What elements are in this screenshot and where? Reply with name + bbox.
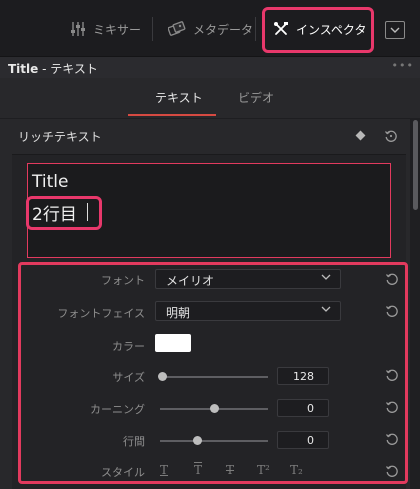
font-face-label: フォントフェイス [57, 307, 145, 320]
reset-icon[interactable] [384, 129, 398, 143]
line-spacing-input[interactable]: 0 [277, 431, 329, 449]
kerning-input[interactable]: 0 [277, 399, 329, 417]
kerning-label: カーニング [90, 403, 145, 416]
section-title: リッチテキスト [18, 130, 102, 144]
strikethrough-style-icon[interactable]: T [226, 463, 234, 477]
font-value: メイリオ [166, 274, 215, 288]
active-tab-indicator [128, 114, 216, 116]
reset-icon[interactable] [385, 400, 399, 414]
panel-title: Title - テキスト [8, 60, 98, 77]
second-line-highlight [26, 196, 102, 230]
color-label: カラー [112, 340, 145, 353]
panel-header: Title - テキスト ••• [0, 56, 420, 78]
toolbar-divider [152, 17, 153, 41]
toolbar-divider [255, 17, 256, 41]
inspector-highlight [262, 7, 374, 53]
line-spacing-slider-knob[interactable] [193, 436, 202, 445]
rich-text-section-header[interactable]: リッチテキスト [0, 118, 410, 152]
more-options-icon[interactable]: ••• [392, 59, 414, 72]
panel-title-type: - テキスト [38, 62, 98, 76]
metadata-icon [168, 21, 186, 36]
line-spacing-label: 行間 [123, 435, 145, 448]
top-toolbar: ミキサー メタデータ インスペクタ [0, 0, 420, 56]
reset-icon[interactable] [385, 272, 399, 286]
tab-text[interactable]: テキスト [155, 89, 203, 106]
font-label: フォント [101, 274, 145, 287]
size-label: サイズ [112, 371, 145, 384]
font-face-value: 明朝 [166, 306, 191, 320]
reset-icon[interactable] [385, 464, 399, 478]
subscript-style-icon[interactable]: T₂ [290, 463, 303, 477]
panel-dropdown-button[interactable] [385, 21, 405, 39]
scrollbar-thumb[interactable] [413, 120, 418, 210]
chevron-down-icon [321, 306, 331, 312]
inspector-tabs: テキスト ビデオ [0, 78, 420, 118]
size-slider-knob[interactable] [158, 372, 167, 381]
reset-icon[interactable] [385, 304, 399, 318]
text-color-swatch[interactable] [155, 334, 191, 352]
chevron-down-icon [321, 274, 331, 280]
style-label: スタイル [101, 466, 145, 479]
reset-icon[interactable] [385, 432, 399, 446]
line-spacing-slider-track[interactable] [160, 440, 268, 442]
kerning-slider-knob[interactable] [210, 404, 219, 413]
panel-title-clip: Title [8, 62, 39, 76]
font-dropdown[interactable]: メイリオ [155, 269, 341, 289]
size-input[interactable]: 128 [277, 367, 329, 385]
mixer-label: ミキサー [93, 22, 142, 37]
metadata-tab[interactable]: メタデータ [168, 19, 253, 39]
reset-icon[interactable] [385, 368, 399, 382]
tab-video[interactable]: ビデオ [238, 89, 274, 106]
underline-style-icon[interactable]: T [160, 463, 168, 477]
chevron-down-icon [390, 27, 400, 33]
metadata-label: メタデータ [193, 22, 254, 37]
superscript-style-icon[interactable]: T² [257, 463, 270, 477]
mixer-tab[interactable]: ミキサー [70, 19, 141, 39]
size-slider-track[interactable] [160, 376, 268, 378]
font-face-dropdown[interactable]: 明朝 [155, 301, 341, 321]
text-line-1: Title [32, 172, 69, 192]
keyframe-icon[interactable] [355, 130, 366, 141]
overline-style-icon[interactable]: T [194, 463, 202, 477]
mixer-icon [71, 22, 85, 36]
